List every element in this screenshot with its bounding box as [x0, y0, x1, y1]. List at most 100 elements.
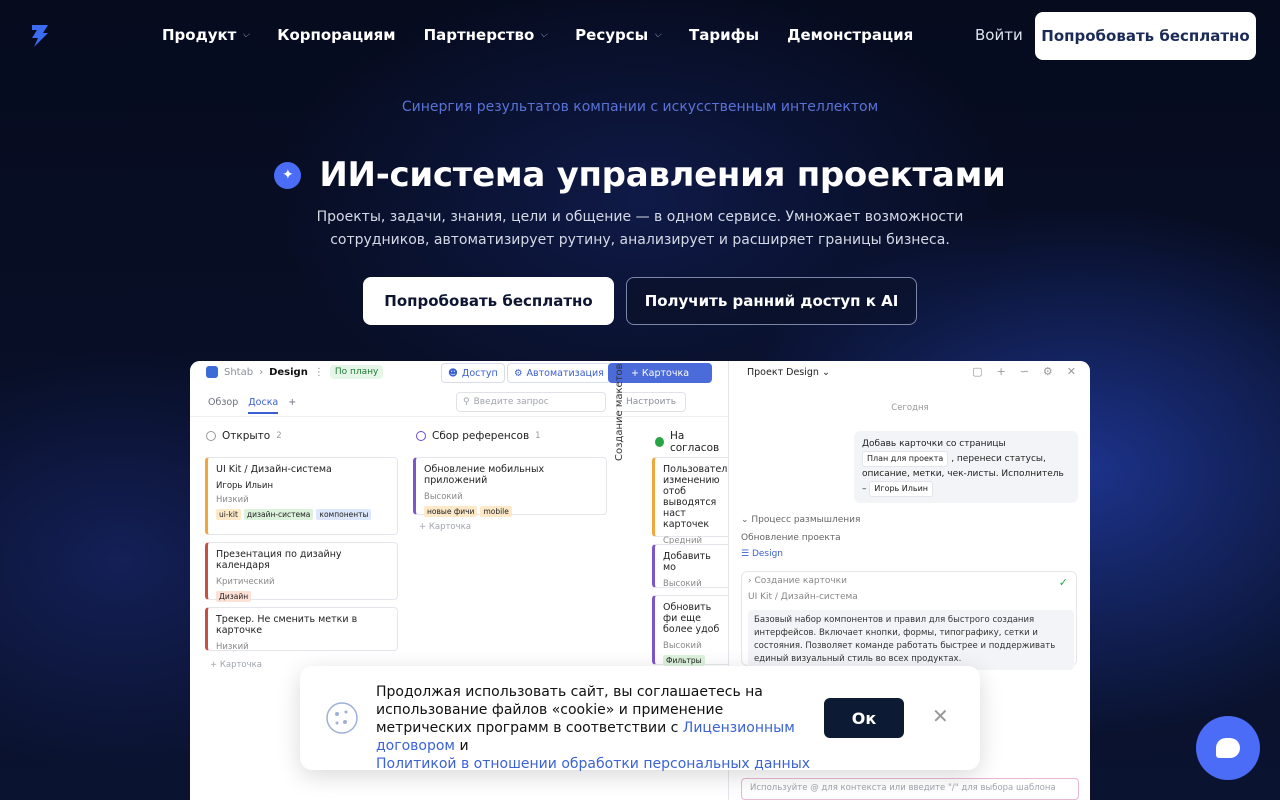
vertical-column-label: Создание макетов: [614, 363, 625, 461]
card-tag: mobile: [480, 506, 512, 517]
card-name[interactable]: UI Kit / Дизайн-система: [748, 592, 858, 602]
user-icon: ☻: [448, 367, 458, 379]
status-badge[interactable]: По плану: [329, 365, 384, 379]
layout-icon[interactable]: ▢: [972, 365, 982, 378]
plus-icon[interactable]: +: [996, 365, 1005, 378]
card-tag: ui-kit: [216, 509, 241, 520]
more-icon[interactable]: ⋮: [314, 367, 324, 378]
chat-date: Сегодня: [891, 403, 929, 413]
column-header-open: Открыто 2: [206, 430, 282, 442]
try-free-header-button[interactable]: Попробовать бесплатно: [1035, 12, 1256, 60]
kanban-card[interactable]: Обновить фи еще более удоб Высокий Фильт…: [652, 595, 732, 666]
card-tag: новые фичи: [424, 506, 478, 517]
kanban-card[interactable]: Добавить мо Высокий: [652, 544, 732, 589]
status-circle-icon: [655, 437, 664, 447]
kanban-card[interactable]: Пользовател изменению отоб выводятся нас…: [652, 457, 732, 546]
kanban-card[interactable]: Презентация по дизайну календаря Критиче…: [205, 542, 398, 602]
add-tab-icon[interactable]: +: [288, 397, 296, 414]
user-message: Добавь карточки со страницы План для про…: [854, 431, 1078, 503]
search-icon: ⚲: [463, 397, 470, 407]
tab-overview[interactable]: Обзор: [208, 397, 238, 414]
card-priority: Критический: [216, 577, 275, 587]
automation-icon: ⚙: [514, 367, 523, 379]
card-title: Трекер. Не сменить метки в карточке: [216, 614, 358, 636]
user-chip[interactable]: Игорь Ильин: [869, 481, 934, 497]
cookie-ok-button[interactable]: Ок: [824, 698, 904, 738]
nav-item-partnership[interactable]: Партнерство ⌵: [424, 26, 548, 44]
page-chip[interactable]: План для проекта: [862, 451, 949, 467]
card-title: Обновление мобильных приложений: [424, 464, 545, 486]
workspace-name[interactable]: Shtab: [224, 367, 253, 378]
top-nav: Продукт ⌵ Корпорациям Партнерство ⌵ Ресурс…: [0, 0, 1280, 72]
main-menu: Продукт ⌵ Корпорациям Партнерство ⌵ Ресурс…: [162, 26, 913, 44]
search-input[interactable]: ⚲ Введите запрос: [456, 392, 606, 412]
hero-title: ИИ-система управления проектами: [319, 155, 1006, 195]
hero-tagline: Синергия результатов компании с искусств…: [401, 99, 879, 115]
column-count: 1: [535, 431, 541, 441]
column-title: На согласов: [669, 430, 720, 454]
chat-project-selector[interactable]: Проект Design ⌄: [747, 367, 830, 378]
column-title: Открыто: [222, 430, 271, 442]
login-link[interactable]: Войти: [975, 26, 1023, 44]
column-header-references: Сбор референсов 1: [416, 430, 541, 442]
card-tag: компоненты: [316, 509, 372, 520]
card-priority: Низкий: [216, 642, 249, 652]
nav-item-pricing[interactable]: Тарифы: [689, 26, 759, 44]
card-title: UI Kit / Дизайн-система: [216, 464, 332, 475]
card-title: Презентация по дизайну календаря: [216, 549, 342, 571]
privacy-policy-link[interactable]: Политикой в отношении обработки персонал…: [376, 756, 810, 772]
kanban-card[interactable]: UI Kit / Дизайн-система Игорь Ильин Низк…: [205, 457, 398, 535]
check-icon: ✓: [1058, 576, 1068, 589]
close-icon[interactable]: ✕: [1067, 365, 1076, 378]
card-tag: Дизайн: [216, 591, 252, 602]
card-description: Базовый набор компонентов и правил для б…: [748, 610, 1074, 670]
automation-button[interactable]: ⚙ Автоматизация: [507, 363, 611, 383]
column-title: Сбор референсов: [432, 430, 530, 442]
status-circle-icon: [206, 431, 216, 441]
card-priority: Высокий: [663, 641, 702, 651]
cookie-text: Продолжая использовать сайт, вы соглашае…: [376, 684, 811, 772]
creating-toggle[interactable]: › Создание карточки: [748, 576, 847, 586]
card-tag: Фильтры: [663, 655, 705, 666]
card-priority: Низкий: [216, 495, 249, 505]
card-tag: дизайн-система: [243, 509, 314, 520]
nav-item-corporations[interactable]: Корпорациям: [277, 26, 395, 44]
card-assignee: Игорь Ильин: [216, 481, 274, 491]
nav-item-resources[interactable]: Ресурсы ⌵: [575, 26, 661, 44]
chat-bubble-icon: [1216, 738, 1240, 758]
hero-title-row: ✦ ИИ-система управления проектами: [0, 155, 1280, 195]
cookie-icon: [326, 702, 358, 734]
add-card-link[interactable]: + Карточка: [210, 660, 262, 670]
access-button[interactable]: ☻ Доступ: [441, 363, 505, 383]
automation-label: Автоматизация: [526, 367, 604, 379]
close-icon[interactable]: ✕: [932, 706, 949, 726]
column-count: 2: [276, 431, 282, 441]
divider: [190, 416, 728, 417]
tab-board[interactable]: Доска: [248, 397, 279, 414]
chevron-right-icon: ›: [259, 366, 264, 378]
created-card-panel: › Создание карточки ✓ UI Kit / Дизайн-си…: [741, 571, 1077, 670]
update-label: Обновление проекта: [741, 533, 841, 543]
chevron-down-icon: ⌵: [540, 30, 548, 40]
chat-widget-button[interactable]: [1196, 716, 1260, 780]
add-card-link[interactable]: + Карточка: [419, 522, 471, 532]
share-icon[interactable]: ∽: [1020, 365, 1029, 378]
shtab-logo[interactable]: [27, 23, 53, 49]
thinking-toggle[interactable]: ⌄ Процесс размышления: [741, 515, 860, 525]
early-access-ai-button[interactable]: Получить ранний доступ к AI: [626, 277, 917, 325]
configure-button[interactable]: Настроить: [616, 392, 686, 412]
status-circle-icon: [416, 431, 426, 441]
card-priority: Высокий: [663, 579, 702, 589]
nav-item-demo[interactable]: Демонстрация: [787, 26, 913, 44]
workspace-icon: [206, 366, 218, 378]
project-link[interactable]: ☰ Design: [741, 549, 783, 559]
try-free-button[interactable]: Попробовать бесплатно: [363, 277, 614, 325]
chat-input[interactable]: Используйте @ для контекста или введите …: [741, 778, 1079, 800]
gear-icon[interactable]: ⚙: [1043, 365, 1053, 378]
kanban-card[interactable]: Обновление мобильных приложений Высокий …: [413, 457, 607, 517]
kanban-card[interactable]: Трекер. Не сменить метки в карточке Низк…: [205, 607, 398, 652]
project-name[interactable]: Design: [269, 367, 308, 378]
card-priority: Высокий: [424, 492, 463, 502]
nav-item-product[interactable]: Продукт ⌵: [162, 26, 249, 44]
hero-subtitle: Проекты, задачи, знания, цели и общение …: [316, 209, 964, 248]
